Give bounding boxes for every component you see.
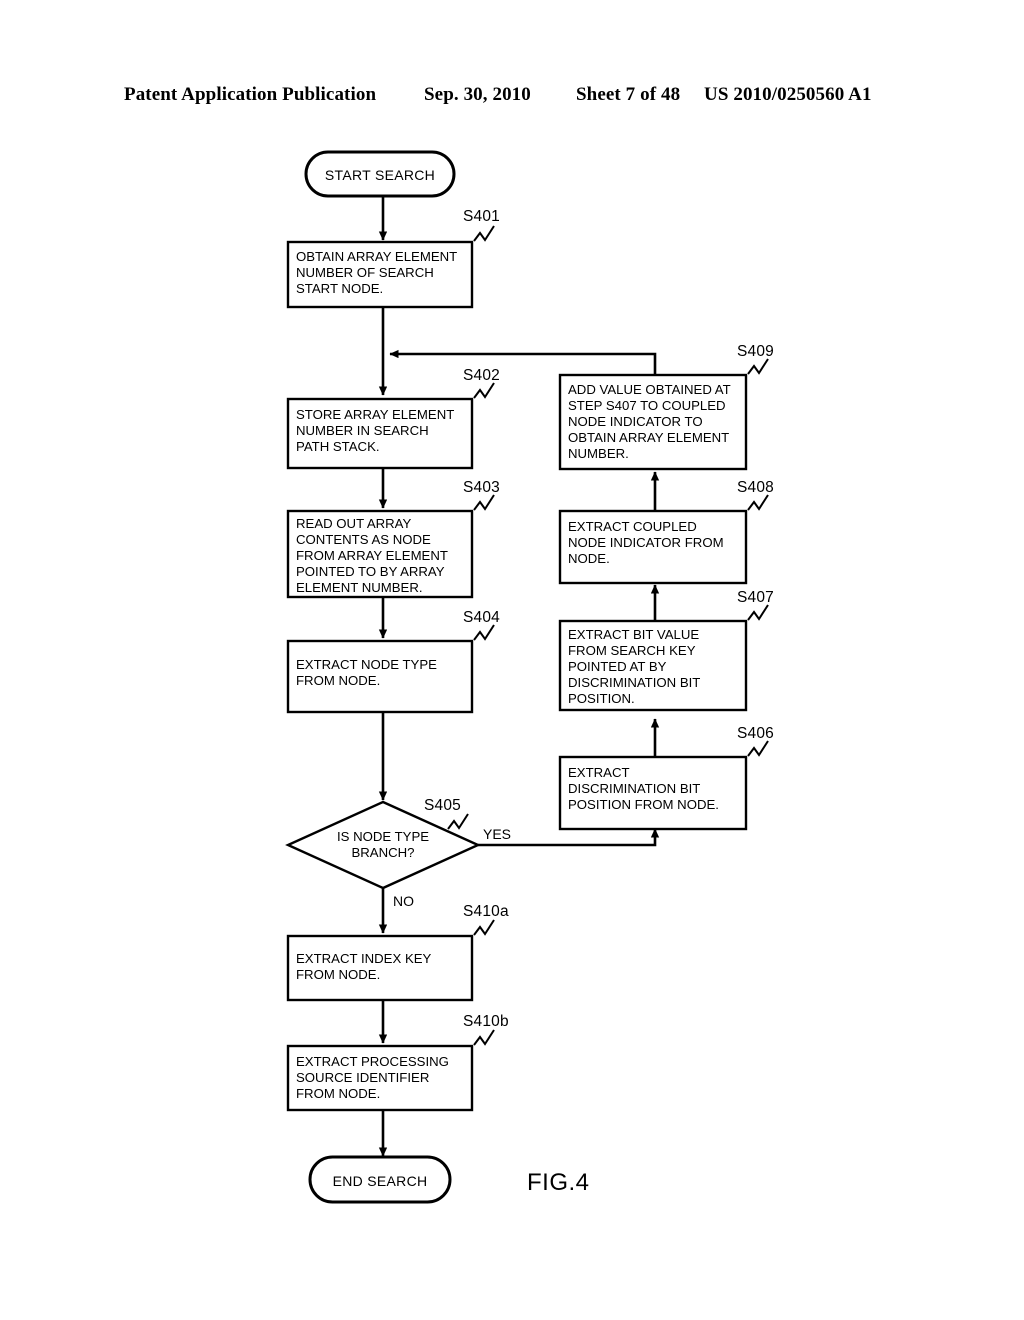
s404-line-1: EXTRACT NODE TYPE (296, 657, 437, 672)
connector-s409-feedback-to-s402 (389, 349, 657, 375)
s410a-line-2: FROM NODE. (296, 967, 380, 982)
s410a-step-label: S410a (463, 903, 509, 920)
s407-line-2: FROM SEARCH KEY (568, 643, 696, 658)
s402-line-2: NUMBER IN SEARCH (296, 423, 429, 438)
decision-step-s405: IS NODE TYPE BRANCH? S405 YES NO (285, 797, 511, 909)
s401-line-2: NUMBER OF SEARCH (296, 265, 434, 280)
s404-line-2: FROM NODE. (296, 673, 380, 688)
s408-line-2: NODE INDICATOR FROM (568, 535, 724, 550)
s409-line-5: NUMBER. (568, 446, 629, 461)
s406-line-3: POSITION FROM NODE. (568, 797, 719, 812)
s401-step-label: S401 (463, 208, 500, 225)
s409-line-4: OBTAIN ARRAY ELEMENT (568, 430, 729, 445)
s405-step-label: S405 (424, 797, 461, 814)
s407-line-3: POINTED AT BY (568, 659, 667, 674)
s409-line-2: STEP S407 TO COUPLED (568, 398, 726, 413)
s410b-line-1: EXTRACT PROCESSING (296, 1054, 449, 1069)
s405-line-2: BRANCH? (351, 845, 414, 860)
s410b-step-label: S410b (463, 1013, 509, 1030)
s401-line-3: START NODE. (296, 281, 383, 296)
s408-step-label: S408 (737, 479, 774, 496)
s408-line-1: EXTRACT COUPLED (568, 519, 697, 534)
process-step-s404: EXTRACT NODE TYPE FROM NODE. S404 (286, 609, 500, 714)
terminal-end-search: END SEARCH (308, 1155, 452, 1204)
s405-line-1: IS NODE TYPE (337, 829, 429, 844)
s403-line-1: READ OUT ARRAY (296, 516, 411, 531)
s405-no-label: NO (393, 893, 414, 909)
s403-line-5: ELEMENT NUMBER. (296, 580, 423, 595)
terminal-start-label: START SEARCH (325, 167, 435, 183)
process-step-s409: ADD VALUE OBTAINED AT STEP S407 TO COUPL… (558, 343, 774, 471)
s406-line-1: EXTRACT (568, 765, 630, 780)
s403-line-3: FROM ARRAY ELEMENT (296, 548, 448, 563)
s410b-line-2: SOURCE IDENTIFIER (296, 1070, 429, 1085)
s406-step-label: S406 (737, 725, 774, 742)
s409-line-1: ADD VALUE OBTAINED AT (568, 382, 731, 397)
terminal-end-label: END SEARCH (333, 1173, 428, 1189)
s402-line-1: STORE ARRAY ELEMENT (296, 407, 454, 422)
patent-page: Patent Application Publication Sep. 30, … (0, 0, 1024, 1320)
s401-line-1: OBTAIN ARRAY ELEMENT (296, 249, 457, 264)
s407-line-4: DISCRIMINATION BIT (568, 675, 700, 690)
s407-line-5: POSITION. (568, 691, 635, 706)
process-step-s401: OBTAIN ARRAY ELEMENT NUMBER OF SEARCH ST… (286, 208, 500, 309)
s409-line-3: NODE INDICATOR TO (568, 414, 703, 429)
s407-step-label: S407 (737, 589, 774, 606)
process-step-s403: READ OUT ARRAY CONTENTS AS NODE FROM ARR… (286, 479, 500, 599)
s403-line-2: CONTENTS AS NODE (296, 532, 431, 547)
process-step-s410a: EXTRACT INDEX KEY FROM NODE. S410a (286, 903, 509, 1002)
figure-label: FIG.4 (527, 1169, 590, 1196)
s410b-line-3: FROM NODE. (296, 1086, 380, 1101)
s408-line-3: NODE. (568, 551, 610, 566)
s403-step-label: S403 (463, 479, 500, 496)
process-step-s406: EXTRACT DISCRIMINATION BIT POSITION FROM… (558, 725, 774, 831)
s405-yes-label: YES (483, 826, 511, 842)
process-step-s402: STORE ARRAY ELEMENT NUMBER IN SEARCH PAT… (286, 367, 500, 470)
s402-line-3: PATH STACK. (296, 439, 380, 454)
process-step-s407: EXTRACT BIT VALUE FROM SEARCH KEY POINTE… (558, 589, 774, 712)
s407-line-1: EXTRACT BIT VALUE (568, 627, 699, 642)
s404-step-label: S404 (463, 609, 500, 626)
process-step-s408: EXTRACT COUPLED NODE INDICATOR FROM NODE… (558, 479, 774, 585)
s409-step-label: S409 (737, 343, 774, 360)
s410a-line-1: EXTRACT INDEX KEY (296, 951, 432, 966)
flowchart-diagram: START SEARCH END SEARCH OBTAIN ARRAY ELE… (285, 150, 774, 1204)
terminal-start-search: START SEARCH (304, 150, 456, 198)
s402-step-label: S402 (463, 367, 500, 384)
process-step-s410b: EXTRACT PROCESSING SOURCE IDENTIFIER FRO… (286, 1013, 509, 1112)
s403-line-4: POINTED TO BY ARRAY (296, 564, 445, 579)
s406-line-2: DISCRIMINATION BIT (568, 781, 700, 796)
